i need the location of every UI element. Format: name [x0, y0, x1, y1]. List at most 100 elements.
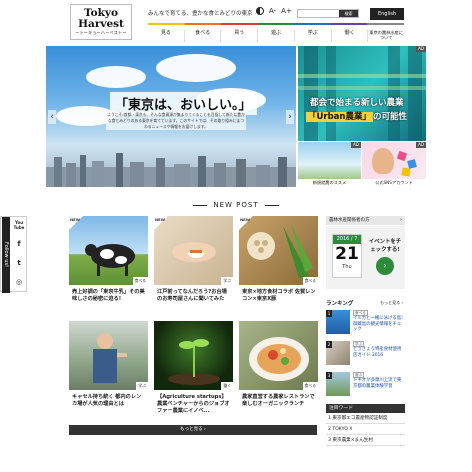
hot-word-item[interactable]: 3 東京農業×まん生村 — [326, 435, 405, 446]
post-card[interactable]: NEW 食べる 東京×地方食材コラボ 佐賀レンコン×東京X豚 — [239, 216, 318, 326]
color-bar-segment — [148, 23, 185, 25]
banner-urban-farming[interactable]: AD 都会で始まる新しい農業 「Urban農業」 の可能性 — [298, 46, 426, 141]
banner-new-farming[interactable]: AD 新規就農のススメ — [298, 142, 361, 187]
category-tag: 学ぶ — [221, 277, 233, 285]
font-larger-button[interactable]: A+ — [281, 7, 292, 15]
site-tagline: みんなで育てる、豊かな食とみどりの東京 — [148, 11, 253, 17]
sns-tile-icon — [401, 167, 411, 177]
right-sidebar: 農林水産関係者の方 › 2016 / 7 21 Thu イベントをチェックする! … — [326, 216, 405, 446]
person-image — [372, 148, 394, 174]
calendar-date-box: 2016 / 7 21 Thu — [332, 234, 362, 278]
ranking-title: ランキング — [326, 301, 354, 307]
category-tag: 学ぶ — [136, 382, 148, 390]
follow-us-panel: Follow us! You Tube f t ◎ — [0, 216, 27, 293]
post-card[interactable]: NEW 学ぶ 江戸前ってなんだろう?お台場のお寿司屋さんに聞いてみた — [154, 216, 233, 326]
event-go-button[interactable]: › — [376, 257, 394, 275]
banner1-highlight: 「Urban農業」 — [306, 112, 373, 122]
post-card[interactable]: 食べる 農家直営する農家レストランで楽しむオーガニックランチ — [239, 321, 318, 431]
hot-word-item[interactable]: 2 TOKYO X — [326, 424, 405, 435]
nav-item-kau[interactable]: 買う — [221, 30, 259, 42]
post-title: 農家直営する農家レストランで楽しむオーガニックランチ — [242, 394, 315, 407]
color-bar-segment — [294, 23, 331, 25]
new-badge: NEW — [240, 217, 250, 222]
event-check-text: イベントをチェックする! — [368, 239, 402, 253]
hot-word-item[interactable]: 1 東京都エコ農産物認証制度 — [326, 413, 405, 424]
rank-number: 1 — [326, 310, 332, 317]
color-bar-segment — [367, 23, 405, 25]
post-title: 【Agriculture startups】農業ベンチャーからのジョブオファー農… — [157, 394, 230, 414]
notice-label: 農林水産関係者の方 — [329, 218, 370, 223]
event-calendar[interactable]: 2016 / 7 21 Thu イベントをチェックする! › — [326, 226, 405, 289]
youtube-icon[interactable]: You Tube — [13, 219, 25, 231]
post-card[interactable]: 働く 【Agriculture startups】農業ベンチャーからのジョブオフ… — [154, 321, 233, 431]
banner2-caption: 新規就農のススメ — [298, 179, 361, 187]
category-tag: 働く — [221, 382, 233, 390]
post-card[interactable]: 学ぶ キャセル持ち統く 都内のレンカ場が人気の理由とは — [69, 321, 148, 431]
twitter-icon[interactable]: t — [13, 257, 25, 269]
sns-tile-icon — [396, 150, 408, 162]
ranking-item[interactable]: 1 食べる イルカと一緒に泳げる島!御蔵島の観光情報をチェック — [326, 310, 405, 338]
calendar-day: 21 — [335, 244, 359, 264]
sprout-image — [154, 321, 233, 390]
more-posts-button[interactable]: もっと見る › — [69, 425, 317, 435]
header: Tokyo Harvest ートーキョーハーベストー みんなで育てる、豊かな食と… — [0, 0, 472, 42]
nav-item-about[interactable]: 東京の農林水産について — [368, 30, 404, 42]
ad-badge: AD — [416, 46, 426, 52]
cloud-shape — [156, 54, 236, 82]
rank-title[interactable]: イルカと一緒に泳げる島!御蔵島の観光情報をチェック — [353, 316, 405, 333]
site-logo[interactable]: Tokyo Harvest ートーキョーハーベストー — [70, 4, 132, 40]
nav-item-hataraku[interactable]: 働く — [332, 30, 369, 42]
ranking-heading: ランキング もっと見る › — [326, 299, 405, 307]
dish-illustration — [249, 337, 309, 381]
ranking-more-link[interactable]: もっと見る › — [380, 300, 403, 306]
post-title: 売上好調の「東京牛乳」その美味しさの秘密に迫る! — [72, 289, 145, 302]
ad-badge: AD — [416, 142, 426, 148]
ad-badge: AD — [351, 142, 361, 148]
facebook-icon[interactable]: f — [13, 238, 25, 250]
new-badge: NEW — [155, 217, 165, 222]
nav-item-taberu[interactable]: 食べる — [185, 30, 222, 42]
category-tag: 食べる — [132, 277, 148, 285]
banner1-line2: 「Urban農業」 の可能性 — [306, 110, 407, 122]
nav-item-asobu[interactable]: 遊ぶ — [258, 30, 295, 42]
color-bar-segment — [184, 23, 222, 25]
color-bar-segment — [221, 23, 258, 25]
lunch-plate-image — [239, 321, 318, 390]
search-input[interactable]: 検索 — [297, 9, 359, 18]
color-bar-segment — [257, 23, 295, 25]
post-card[interactable]: NEW 食べる 売上好調の「東京牛乳」その美味しさの秘密に迫る! — [69, 216, 148, 326]
english-button[interactable]: English — [370, 8, 404, 20]
hero-slider[interactable]: 「東京は、おいしい。」 ようこそ!首都・東京も、そんな食資源が集まりてくることを… — [46, 46, 296, 187]
font-controls: A- A+ — [256, 7, 292, 15]
arrow-right-icon: › — [400, 217, 402, 223]
hero-body: ようこそ!首都・東京も、そんな食資源が集まりてくることを目指して新たな豊かな食と… — [106, 112, 246, 130]
farmer-illustration — [93, 333, 127, 383]
main-nav: 見る 食べる 買う 遊ぶ 学ぶ 働く 東京の農林水産について — [148, 30, 404, 42]
rank-title[interactable]: とうきょう特産食材使用店ガイド 2016 — [353, 347, 405, 358]
contrast-icon[interactable] — [256, 7, 264, 15]
greenhouse-image — [298, 46, 426, 141]
city-skyline-image — [46, 153, 296, 187]
banner1-line2-rest: の可能性 — [372, 112, 407, 122]
nav-item-manabu[interactable]: 学ぶ — [295, 30, 332, 42]
logo-line2: Harvest — [78, 18, 124, 30]
search-button[interactable]: 検索 — [339, 10, 358, 17]
calendar-weekday: Thu — [342, 264, 352, 270]
notice-link[interactable]: 農林水産関係者の方 › — [326, 216, 405, 225]
hero-next-arrow[interactable]: › — [286, 110, 294, 124]
cloud-shape — [86, 66, 146, 88]
post-title: 東京×地方食材コラボ 佐賀レンコン×東京X豚 — [242, 289, 316, 302]
ranking-item[interactable]: 3 遊ぶ トキオが多摩川上流で東京都の農業体験学習 — [326, 372, 405, 400]
farmer-image — [69, 321, 148, 390]
category-tag: 食べる — [302, 382, 318, 390]
post-title: キャセル持ち統く 都内のレンカ場が人気の理由とは — [72, 394, 142, 407]
hero-prev-arrow[interactable]: ‹ — [48, 110, 56, 124]
instagram-icon[interactable]: ◎ — [13, 276, 25, 288]
category-color-bar — [148, 23, 405, 25]
new-post-heading: NEW POST — [0, 201, 472, 209]
banner-sns[interactable]: AD 公式SNSアカウント — [362, 142, 426, 187]
rank-title[interactable]: トキオが多摩川上流で東京都の農業体験学習 — [353, 378, 405, 389]
ranking-item[interactable]: 2 学ぶ とうきょう特産食材使用店ガイド 2016 — [326, 341, 405, 369]
font-smaller-button[interactable]: A- — [269, 7, 276, 15]
nav-item-miru[interactable]: 見る — [148, 30, 185, 42]
